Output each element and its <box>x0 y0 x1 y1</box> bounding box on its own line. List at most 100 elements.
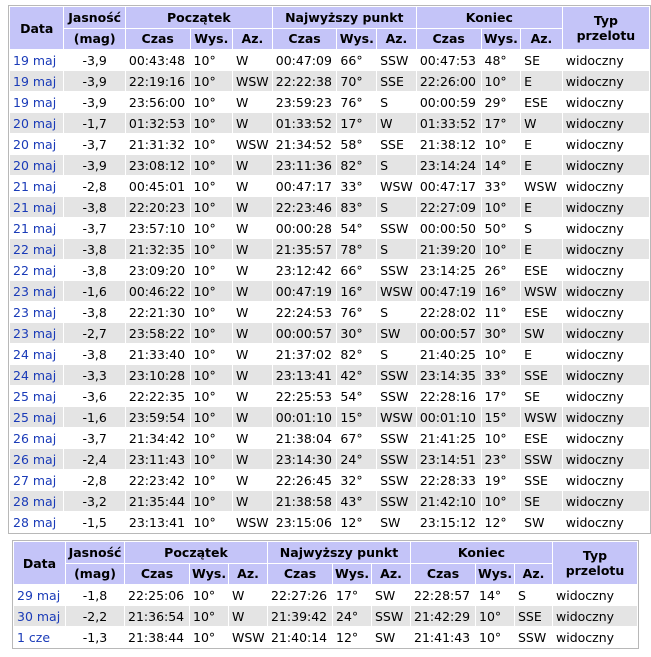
cell-highest-alt: 78° <box>337 239 377 259</box>
cell-brightness: -1,6 <box>64 281 125 301</box>
cell-start-alt: 10° <box>190 428 232 448</box>
cell-end-az: S <box>515 585 552 605</box>
cell-start-time: 21:33:40 <box>125 344 190 364</box>
date-link[interactable]: 25 maj <box>13 410 56 425</box>
cell-highest-alt: 58° <box>337 134 377 154</box>
cell-start-az: W <box>233 260 272 280</box>
cell-end-time: 00:00:50 <box>416 218 481 238</box>
date-link[interactable]: 23 maj <box>13 326 56 341</box>
cell-start-time: 23:13:41 <box>125 512 190 532</box>
date-link[interactable]: 24 maj <box>13 368 56 383</box>
date-link[interactable]: 19 maj <box>13 53 56 68</box>
date-link[interactable]: 20 maj <box>13 137 56 152</box>
date-link[interactable]: 26 maj <box>13 431 56 446</box>
date-link[interactable]: 27 maj <box>13 473 56 488</box>
table-row: 19 maj -3,9 22:19:16 10° WSW 22:22:38 70° SSE 22… <box>10 71 649 91</box>
table-row: 21 maj -3,8 22:20:23 10° W 22:23:46 83° S 22:27:… <box>10 197 649 217</box>
cell-highest-alt: 12° <box>333 627 371 647</box>
cell-end-alt: 10° <box>476 606 514 626</box>
cell-date: 19 maj <box>10 71 64 91</box>
cell-highest-time: 22:27:26 <box>268 585 332 605</box>
cell-end-alt: 29° <box>481 92 521 112</box>
header-brightness-unit: (mag) <box>64 28 125 49</box>
table-row: 20 maj -1,7 01:32:53 10° W 01:33:52 17° W 01:33:… <box>10 113 649 133</box>
header-highest-point: Najwyższy punkt <box>268 542 410 563</box>
cell-end-time: 00:00:57 <box>416 323 481 343</box>
date-link[interactable]: 30 maj <box>17 609 60 624</box>
table-row: 29 maj -1,8 22:25:06 10° W 22:27:26 17° SW 22:28… <box>14 585 637 605</box>
cell-date: 20 maj <box>10 113 64 133</box>
cell-highest-time: 21:35:57 <box>272 239 337 259</box>
cell-date: 25 maj <box>10 407 64 427</box>
cell-end-az: WSW <box>521 407 562 427</box>
cell-start-time: 22:21:30 <box>125 302 190 322</box>
date-link[interactable]: 28 maj <box>13 515 56 530</box>
cell-end-alt: 10° <box>481 197 521 217</box>
cell-brightness: -3,8 <box>64 239 125 259</box>
cell-start-alt: 10° <box>190 323 232 343</box>
cell-end-time: 21:40:25 <box>416 344 481 364</box>
cell-end-az: ESE <box>521 428 562 448</box>
cell-start-az: W <box>233 302 272 322</box>
cell-pass-type: widoczny <box>562 386 649 406</box>
cell-end-az: E <box>521 155 562 175</box>
cell-start-time: 00:43:48 <box>125 50 190 70</box>
cell-pass-type: widoczny <box>562 92 649 112</box>
cell-date: 20 maj <box>10 155 64 175</box>
date-link[interactable]: 21 maj <box>13 221 56 236</box>
date-link[interactable]: 21 maj <box>13 179 56 194</box>
cell-highest-time: 01:33:52 <box>272 113 337 133</box>
date-link[interactable]: 29 maj <box>17 588 60 603</box>
cell-highest-time: 21:40:14 <box>268 627 332 647</box>
cell-highest-az: S <box>377 302 416 322</box>
date-link[interactable]: 25 maj <box>13 389 56 404</box>
cell-brightness: -1,5 <box>64 512 125 532</box>
date-link[interactable]: 1 cze <box>17 630 50 645</box>
table-row: 23 maj -2,7 23:58:22 10° W 00:00:57 30° SW 00:00… <box>10 323 649 343</box>
header-row-1: Data Jasność Początek Najwyższy punkt Koniec… <box>14 542 637 584</box>
cell-highest-az: SSW <box>377 470 416 490</box>
cell-end-alt: 16° <box>481 281 521 301</box>
cell-end-alt: 26° <box>481 260 521 280</box>
date-link[interactable]: 26 maj <box>13 452 56 467</box>
cell-end-alt: 10° <box>481 344 521 364</box>
cell-highest-az: SSW <box>377 386 416 406</box>
cell-start-alt: 10° <box>190 218 232 238</box>
cell-end-time: 21:42:10 <box>416 491 481 511</box>
cell-end-az: E <box>521 344 562 364</box>
date-link[interactable]: 22 maj <box>13 263 56 278</box>
date-link[interactable]: 21 maj <box>13 200 56 215</box>
header-highest-az: Az. <box>372 563 410 584</box>
cell-start-time: 21:36:54 <box>125 606 189 626</box>
cell-highest-az: SW <box>372 585 410 605</box>
cell-start-time: 22:23:42 <box>125 470 190 490</box>
cell-start-alt: 10° <box>190 470 232 490</box>
date-link[interactable]: 23 maj <box>13 284 56 299</box>
cell-start-az: W <box>233 239 272 259</box>
cell-start-time: 21:38:44 <box>125 627 189 647</box>
cell-start-time: 23:57:10 <box>125 218 190 238</box>
cell-start-time: 22:25:06 <box>125 585 189 605</box>
cell-end-az: SE <box>521 491 562 511</box>
cell-brightness: -3,2 <box>64 491 125 511</box>
table-row: 24 maj -3,3 23:10:28 10° W 23:13:41 42° SSW 23:1… <box>10 365 649 385</box>
table-row: 25 maj -3,6 22:22:35 10° W 22:25:53 54° SSW 22:2… <box>10 386 649 406</box>
cell-brightness: -3,8 <box>64 344 125 364</box>
table-row: 23 maj -3,8 22:21:30 10° W 22:24:53 76° S 22:28:… <box>10 302 649 322</box>
cell-end-time: 22:28:16 <box>416 386 481 406</box>
date-link[interactable]: 28 maj <box>13 494 56 509</box>
cell-highest-time: 21:38:58 <box>272 491 337 511</box>
cell-end-az: SE <box>521 50 562 70</box>
date-link[interactable]: 24 maj <box>13 347 56 362</box>
cell-highest-alt: 17° <box>333 585 371 605</box>
date-link[interactable]: 20 maj <box>13 116 56 131</box>
date-link[interactable]: 22 maj <box>13 242 56 257</box>
cell-end-time: 22:28:33 <box>416 470 481 490</box>
date-link[interactable]: 19 maj <box>13 74 56 89</box>
date-link[interactable]: 20 maj <box>13 158 56 173</box>
header-row-2: (mag) Czas Wys. Az. Czas Wys. Az. Czas Wys. Az. <box>10 28 649 49</box>
date-link[interactable]: 19 maj <box>13 95 56 110</box>
date-link[interactable]: 23 maj <box>13 305 56 320</box>
cell-highest-time: 00:47:09 <box>272 50 337 70</box>
cell-highest-time: 23:15:06 <box>272 512 337 532</box>
